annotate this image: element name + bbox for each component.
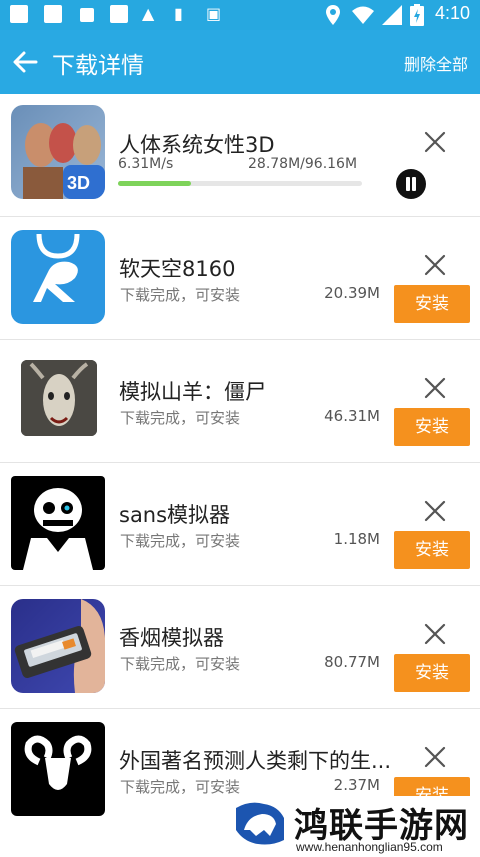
list-item-downloading[interactable]: 3D 人体系统女性3D 6.31M/s 28.78M/96.16M: [0, 94, 480, 217]
status-bar: ▲ ▮ ▣ 4:10: [0, 0, 480, 30]
app-name: 香烟模拟器: [119, 626, 224, 650]
bison-logo-icon: [236, 802, 284, 845]
progress-bar: [118, 181, 362, 186]
delete-all-button[interactable]: 删除全部: [404, 51, 468, 75]
app-thumbnail: [11, 599, 105, 693]
close-icon[interactable]: [420, 619, 450, 649]
app-thumbnail: 3D: [11, 105, 105, 199]
download-speed: 6.31M/s: [118, 156, 174, 172]
clock: 4:10: [434, 3, 470, 23]
app-name: sans模拟器: [119, 503, 231, 527]
close-icon[interactable]: [420, 496, 450, 526]
app-thumbnail: [11, 476, 105, 570]
location-icon: [326, 5, 340, 25]
pause-button[interactable]: [396, 169, 426, 199]
file-size: 46.31M: [324, 407, 380, 425]
wifi-icon: [352, 6, 374, 24]
download-progress-text: 28.78M/96.16M: [248, 156, 358, 172]
warning-icon: ▲: [142, 4, 155, 23]
app-name: 软天空8160: [119, 257, 236, 281]
item-status: 下载完成，可安装: [120, 532, 241, 550]
file-size: 20.39M: [324, 284, 380, 302]
app-icon: ▣: [206, 4, 222, 23]
close-icon[interactable]: [420, 742, 450, 772]
close-icon[interactable]: [420, 373, 450, 403]
book-icon: ▮: [174, 4, 183, 23]
progress-bar-fill: [118, 181, 192, 186]
item-status: 下载完成，可安装: [120, 655, 241, 673]
app-name: 模拟山羊：僵尸: [119, 380, 266, 404]
install-button[interactable]: 安装: [394, 654, 470, 692]
battery-icon: [410, 4, 424, 26]
app-bar: 下载详情 删除全部: [0, 30, 480, 94]
notification-icon: [110, 5, 128, 23]
install-button[interactable]: 安装: [394, 531, 470, 569]
list-item[interactable]: 软天空8160 下载完成，可安装 20.39M 安装: [0, 217, 480, 340]
item-status: 下载完成，可安装: [120, 778, 241, 796]
notification-icon: [10, 5, 28, 23]
close-icon[interactable]: [420, 127, 450, 157]
app-thumbnail: [11, 230, 105, 324]
watermark-url: www.henanhonglian95.com: [296, 840, 443, 854]
app-thumbnail: [11, 722, 105, 816]
watermark: 鸿联手游网 www.henanhonglian95.com: [230, 796, 480, 857]
signal-icon: [382, 5, 402, 25]
file-size: 2.37M: [333, 776, 380, 794]
app-name: 外国著名预测人类剩下的生...: [119, 749, 392, 773]
app-name: 人体系统女性3D: [119, 133, 275, 157]
back-arrow-icon[interactable]: [6, 42, 46, 82]
file-size: 80.77M: [324, 653, 380, 671]
list-item[interactable]: sans模拟器 下载完成，可安装 1.18M 安装: [0, 463, 480, 586]
close-icon[interactable]: [420, 250, 450, 280]
install-button[interactable]: 安装: [394, 285, 470, 323]
install-button[interactable]: 安装: [394, 408, 470, 446]
file-size: 1.18M: [333, 530, 380, 548]
item-status: 下载完成，可安装: [120, 409, 241, 427]
notification-icon: [80, 8, 94, 22]
notification-icon: [44, 5, 62, 23]
app-thumbnail: [21, 360, 97, 436]
item-status: 下载完成，可安装: [120, 286, 241, 304]
list-item[interactable]: 模拟山羊：僵尸 下载完成，可安装 46.31M 安装: [0, 340, 480, 463]
svg-text:3D: 3D: [67, 173, 90, 193]
page-title: 下载详情: [52, 53, 144, 79]
list-item[interactable]: 香烟模拟器 下载完成，可安装 80.77M 安装: [0, 586, 480, 709]
